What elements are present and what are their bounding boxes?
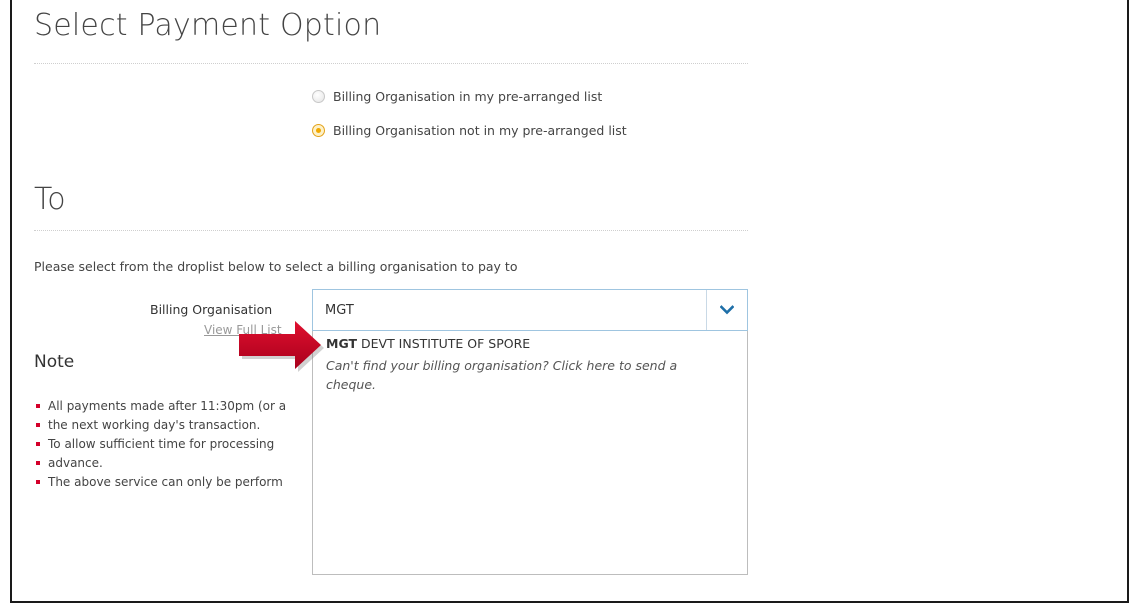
- billing-organisation-combobox[interactable]: [312, 289, 748, 331]
- to-divider: [34, 230, 748, 231]
- send-cheque-option[interactable]: Can't find your billing organisation? Cl…: [326, 356, 726, 394]
- note-item: All payments made after 11:30pm (or a: [34, 397, 314, 416]
- radio-not-pre-arranged[interactable]: Billing Organisation not in my pre-arran…: [312, 123, 627, 138]
- note-item-continued: advance.: [34, 454, 314, 473]
- radio-label-not-pre-arranged: Billing Organisation not in my pre-arran…: [333, 123, 627, 138]
- radio-unselected-icon[interactable]: [312, 90, 325, 103]
- radio-label-pre-arranged: Billing Organisation in my pre-arranged …: [333, 89, 603, 104]
- page-title: Select Payment Option: [34, 8, 382, 43]
- note-item: The above service can only be perform: [34, 473, 314, 492]
- radio-pre-arranged[interactable]: Billing Organisation in my pre-arranged …: [312, 89, 602, 104]
- billing-organisation-label: Billing Organisation: [150, 302, 273, 317]
- title-divider: [34, 63, 748, 64]
- note-item: To allow sufficient time for processing: [34, 435, 314, 454]
- match-rest: DEVT INSTITUTE OF SPORE: [357, 336, 531, 351]
- instruction-text: Please select from the droplist below to…: [34, 259, 518, 274]
- dropdown-toggle-button[interactable]: [706, 290, 747, 330]
- note-item-continued: the next working day's transaction.: [34, 416, 314, 435]
- dropdown-option-mgt[interactable]: MGT DEVT INSTITUTE OF SPORE: [326, 336, 530, 351]
- red-arrow-pointer-icon: [239, 321, 324, 372]
- chevron-down-icon: [720, 305, 734, 315]
- billing-organisation-input[interactable]: [313, 290, 707, 330]
- to-heading: To: [34, 182, 66, 217]
- note-list: All payments made after 11:30pm (or a th…: [34, 397, 314, 492]
- note-title: Note: [34, 352, 75, 372]
- billing-organisation-dropdown: MGT DEVT INSTITUTE OF SPORE Can't find y…: [312, 331, 748, 575]
- radio-selected-icon[interactable]: [312, 124, 325, 137]
